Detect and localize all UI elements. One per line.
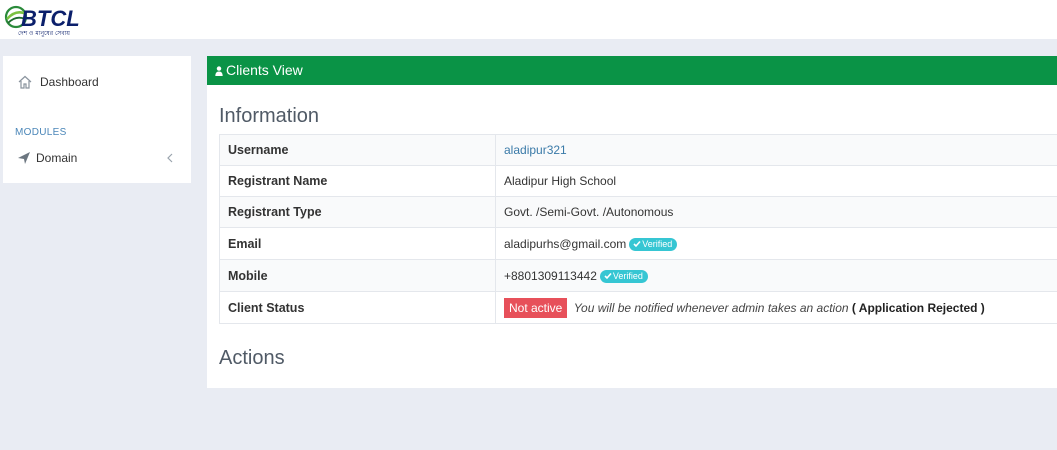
sidebar: Dashboard MODULES Domain — [3, 56, 191, 183]
status-badge: Not active — [504, 297, 568, 318]
client-status-label: Client Status — [219, 291, 496, 324]
sidebar-item-label: Domain — [36, 151, 78, 165]
table-row: Username aladipur321 — [219, 134, 1057, 166]
client-status-cell: Not active You will be notified whenever… — [495, 291, 1057, 324]
email-value: aladipurhs@gmail.com — [504, 236, 627, 251]
mobile-value: +8801309113442 — [504, 268, 597, 283]
chevron-left-icon[interactable] — [164, 151, 176, 165]
badge-label: Verified — [612, 270, 643, 281]
badge-label: Verified — [642, 238, 673, 249]
client-info-table: Username aladipur321 Registrant Name Ala… — [219, 134, 1057, 324]
logo-tagline: দেশ ও মানুষের সেবায় — [18, 30, 70, 37]
username-label: Username — [219, 134, 496, 166]
modules-heading: MODULES — [15, 127, 67, 138]
btcl-logo[interactable]: BTCL দেশ ও মানুষের সেবায় — [4, 3, 80, 37]
sidebar-item-dashboard[interactable]: Dashboard — [3, 70, 191, 94]
information-heading: Information — [219, 105, 320, 127]
registrant-name-label: Registrant Name — [219, 165, 496, 197]
email-verified-badge: Verified — [629, 237, 678, 251]
status-reason: ( Application Rejected ) — [851, 300, 985, 315]
username-cell: aladipur321 — [495, 134, 1057, 166]
registrant-type-value: Govt. /Semi-Govt. /Autonomous — [495, 196, 1057, 228]
mobile-cell: +8801309113442 Verified — [495, 259, 1057, 292]
actions-heading: Actions — [219, 347, 285, 369]
mobile-verified-badge: Verified — [599, 269, 648, 283]
username-link[interactable]: aladipur321 — [504, 143, 567, 157]
table-row: Mobile +8801309113442 Verified — [219, 259, 1057, 292]
table-row: Registrant Name Aladipur High School — [219, 165, 1057, 197]
sidebar-item-domain[interactable]: Domain — [3, 146, 191, 170]
panel-header: Clients View — [207, 56, 1057, 85]
status-note: You will be notified whenever admin take… — [573, 300, 849, 315]
paper-plane-icon — [18, 152, 30, 164]
clients-view-panel: Clients View Information Username aladip… — [207, 56, 1057, 388]
registrant-name-value: Aladipur High School — [495, 165, 1057, 197]
table-row: Registrant Type Govt. /Semi-Govt. /Auton… — [219, 196, 1057, 228]
check-icon — [604, 272, 612, 279]
registrant-type-label: Registrant Type — [219, 196, 496, 228]
user-icon — [215, 66, 223, 76]
top-bar: BTCL দেশ ও মানুষের সেবায় — [0, 0, 1057, 39]
email-label: Email — [219, 227, 496, 260]
panel-title: Clients View — [226, 62, 303, 78]
email-cell: aladipurhs@gmail.com Verified — [495, 227, 1057, 260]
sidebar-item-label: Dashboard — [40, 75, 99, 89]
check-icon — [633, 240, 641, 247]
table-row: Email aladipurhs@gmail.com Verified — [219, 227, 1057, 260]
table-row: Client Status Not active You will be not… — [219, 291, 1057, 324]
mobile-label: Mobile — [219, 259, 496, 292]
home-icon — [18, 75, 32, 89]
